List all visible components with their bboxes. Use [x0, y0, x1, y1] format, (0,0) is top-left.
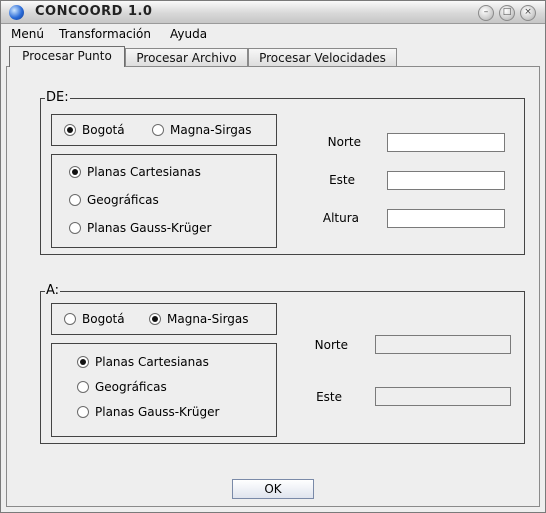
menu-ayuda[interactable]: Ayuda: [170, 27, 207, 41]
radio-label: Geográficas: [87, 193, 159, 207]
target-coord-geograficas-radio[interactable]: Geográficas: [77, 380, 167, 394]
target-este-label: Este: [316, 390, 342, 404]
target-datum-magna-radio[interactable]: Magna-Sirgas: [149, 312, 249, 326]
radio-unselected-icon[interactable]: [152, 124, 164, 136]
origin-group: DE: Bogotá Magna-Sirgas Planas Cartesian…: [40, 91, 525, 255]
radio-unselected-icon[interactable]: [69, 194, 81, 206]
window-title: CONCOORD 1.0: [35, 4, 153, 19]
radio-label: Planas Gauss-Krüger: [95, 405, 220, 419]
radio-label: Magna-Sirgas: [170, 123, 252, 137]
origin-altura-label: Altura: [322, 211, 359, 225]
origin-datum-bogota-radio[interactable]: Bogotá: [64, 123, 125, 137]
tab-procesar-velocidades[interactable]: Procesar Velocidades: [248, 48, 397, 67]
radio-label: Bogotá: [82, 312, 125, 326]
target-este-output: [375, 387, 511, 406]
tab-panel: DE: Bogotá Magna-Sirgas Planas Cartesian…: [6, 66, 540, 507]
menu-menu[interactable]: Menú: [11, 27, 44, 41]
close-icon[interactable]: ×: [520, 5, 536, 21]
radio-unselected-icon[interactable]: [77, 406, 89, 418]
target-coord-cartesianas-radio[interactable]: Planas Cartesianas: [77, 355, 209, 369]
target-coord-box: Planas Cartesianas Geográficas Planas Ga…: [51, 343, 277, 437]
origin-este-input[interactable]: [387, 171, 505, 190]
origin-coord-cartesianas-radio[interactable]: Planas Cartesianas: [69, 165, 201, 179]
radio-label: Planas Gauss-Krüger: [87, 221, 212, 235]
tab-procesar-punto[interactable]: Procesar Punto: [9, 46, 125, 67]
radio-unselected-icon[interactable]: [69, 222, 81, 234]
radio-selected-icon[interactable]: [77, 356, 89, 368]
origin-datum-magna-radio[interactable]: Magna-Sirgas: [152, 123, 252, 137]
maximize-icon[interactable]: □: [499, 5, 515, 21]
radio-selected-icon[interactable]: [149, 313, 161, 325]
radio-label: Magna-Sirgas: [167, 312, 249, 326]
title-bar[interactable]: CONCOORD 1.0 – □ ×: [1, 1, 545, 24]
radio-selected-icon[interactable]: [69, 166, 81, 178]
ok-button[interactable]: OK: [232, 479, 314, 499]
radio-unselected-icon[interactable]: [77, 381, 89, 393]
menu-bar: Menú Transformación Ayuda: [1, 24, 545, 44]
minimize-icon[interactable]: –: [478, 5, 494, 21]
radio-label: Planas Cartesianas: [95, 355, 209, 369]
target-coord-gauss-kruger-radio[interactable]: Planas Gauss-Krüger: [77, 405, 219, 419]
globe-icon: [9, 5, 24, 20]
origin-coord-gauss-kruger-radio[interactable]: Planas Gauss-Krüger: [69, 221, 211, 235]
radio-label: Bogotá: [82, 123, 125, 137]
radio-label: Geográficas: [95, 380, 167, 394]
tab-strip: Procesar Punto Procesar Archivo Procesar…: [6, 46, 540, 67]
origin-coord-geograficas-radio[interactable]: Geográficas: [69, 193, 159, 207]
origin-norte-input[interactable]: [387, 133, 505, 152]
origin-este-label: Este: [329, 173, 355, 187]
target-group-title: A:: [45, 283, 61, 298]
radio-label: Planas Cartesianas: [87, 165, 201, 179]
origin-altura-input[interactable]: [387, 209, 505, 228]
origin-coord-box: Planas Cartesianas Geográficas Planas Ga…: [51, 154, 277, 248]
app-window: CONCOORD 1.0 – □ × Menú Transformación A…: [0, 0, 546, 513]
radio-unselected-icon[interactable]: [64, 313, 76, 325]
radio-selected-icon[interactable]: [64, 124, 76, 136]
origin-datum-box: Bogotá Magna-Sirgas: [51, 114, 277, 146]
target-datum-bogota-radio[interactable]: Bogotá: [64, 312, 125, 326]
target-datum-box: Bogotá Magna-Sirgas: [51, 303, 277, 335]
target-norte-label: Norte: [314, 338, 348, 352]
target-group: A: Bogotá Magna-Sirgas Planas Cartesiana…: [40, 284, 525, 444]
origin-norte-label: Norte: [327, 135, 361, 149]
menu-transformacion[interactable]: Transformación: [59, 27, 151, 41]
target-norte-output: [375, 335, 511, 354]
tab-procesar-archivo[interactable]: Procesar Archivo: [125, 48, 248, 67]
origin-group-title: DE:: [45, 90, 70, 105]
